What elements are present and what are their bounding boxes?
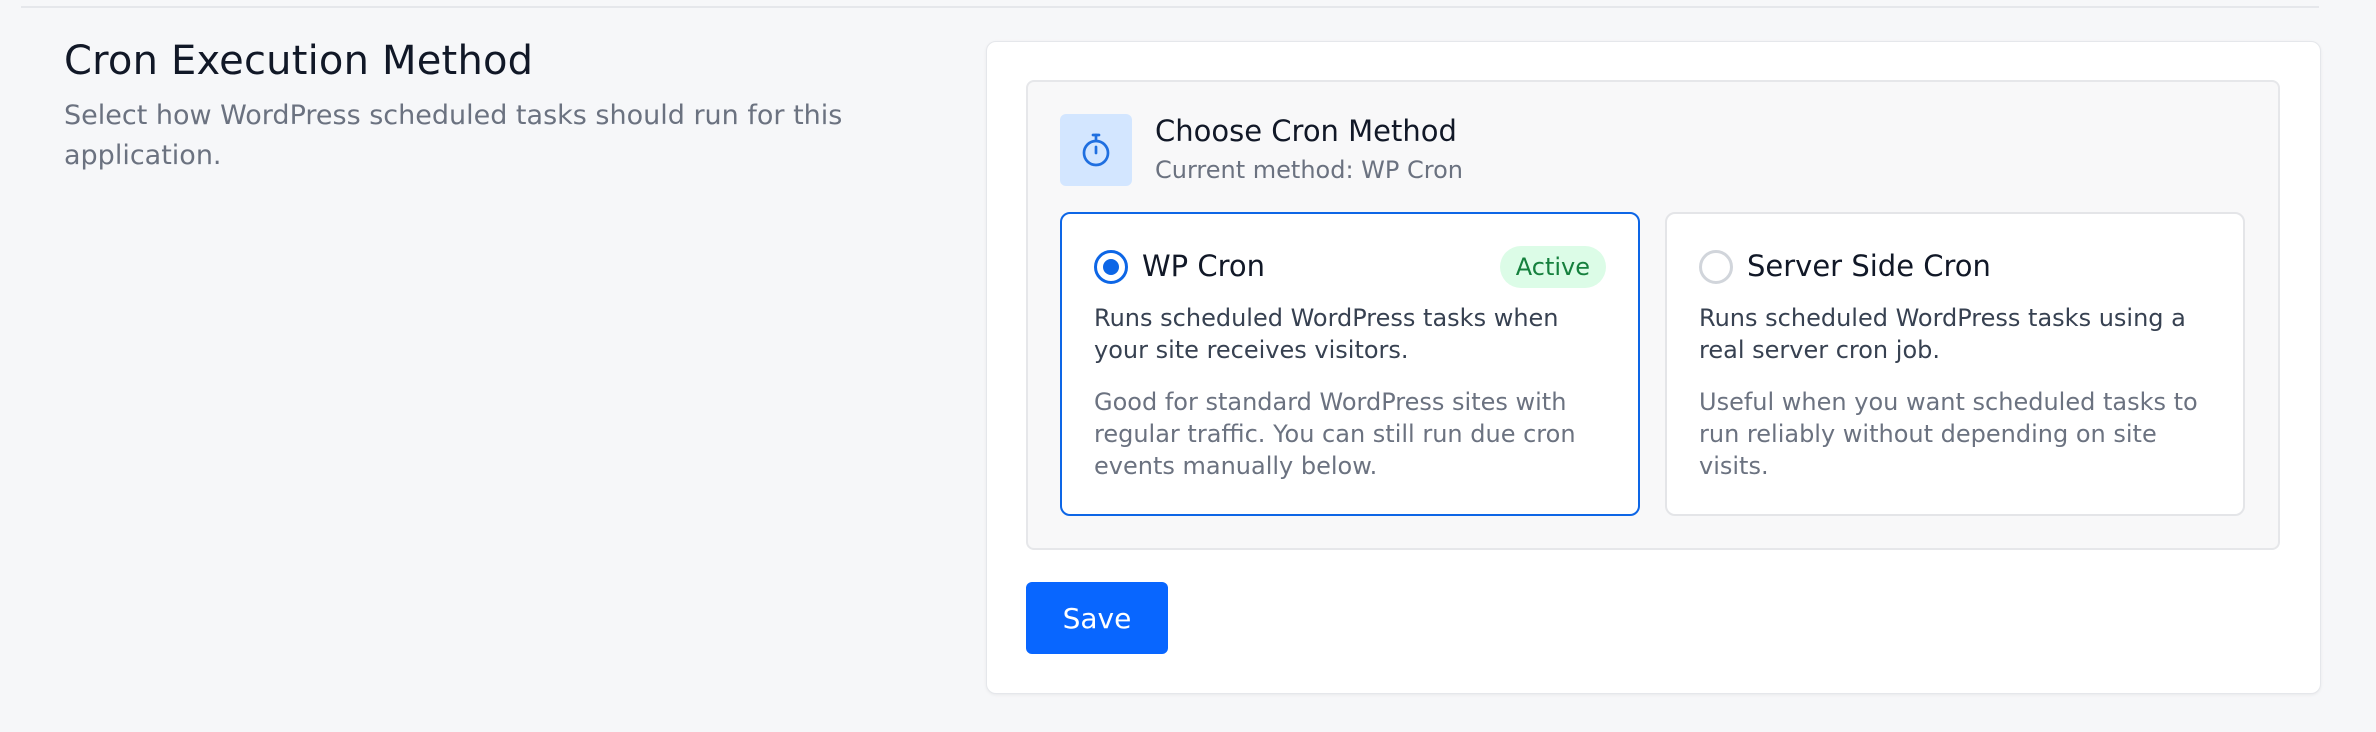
option-note: Good for standard WordPress sites with r… [1094,388,1576,480]
panel-title: Choose Cron Method [1155,114,1457,148]
top-divider [21,6,2319,8]
option-description: Runs scheduled WordPress tasks when your… [1094,304,1559,364]
stopwatch-icon [1060,114,1132,186]
option-description: Runs scheduled WordPress tasks using a r… [1699,304,2186,364]
save-button[interactable]: Save [1026,582,1168,654]
option-server-side-cron[interactable]: Server Side Cron Runs scheduled WordPres… [1665,212,2245,516]
current-method-text: Current method: WP Cron [1155,156,1463,184]
option-title: Server Side Cron [1747,249,1991,283]
section-title: Cron Execution Method [64,38,534,84]
section-description: Select how WordPress scheduled tasks sho… [64,100,843,171]
option-title: WP Cron [1142,249,1266,283]
server-side-cron-radio[interactable] [1699,250,1733,284]
active-badge: Active [1499,246,1606,288]
option-wp-cron[interactable]: WP Cron Active Runs scheduled WordPress … [1060,212,1640,516]
option-note: Useful when you want scheduled tasks to … [1699,388,2198,480]
wp-cron-radio[interactable] [1094,250,1128,284]
